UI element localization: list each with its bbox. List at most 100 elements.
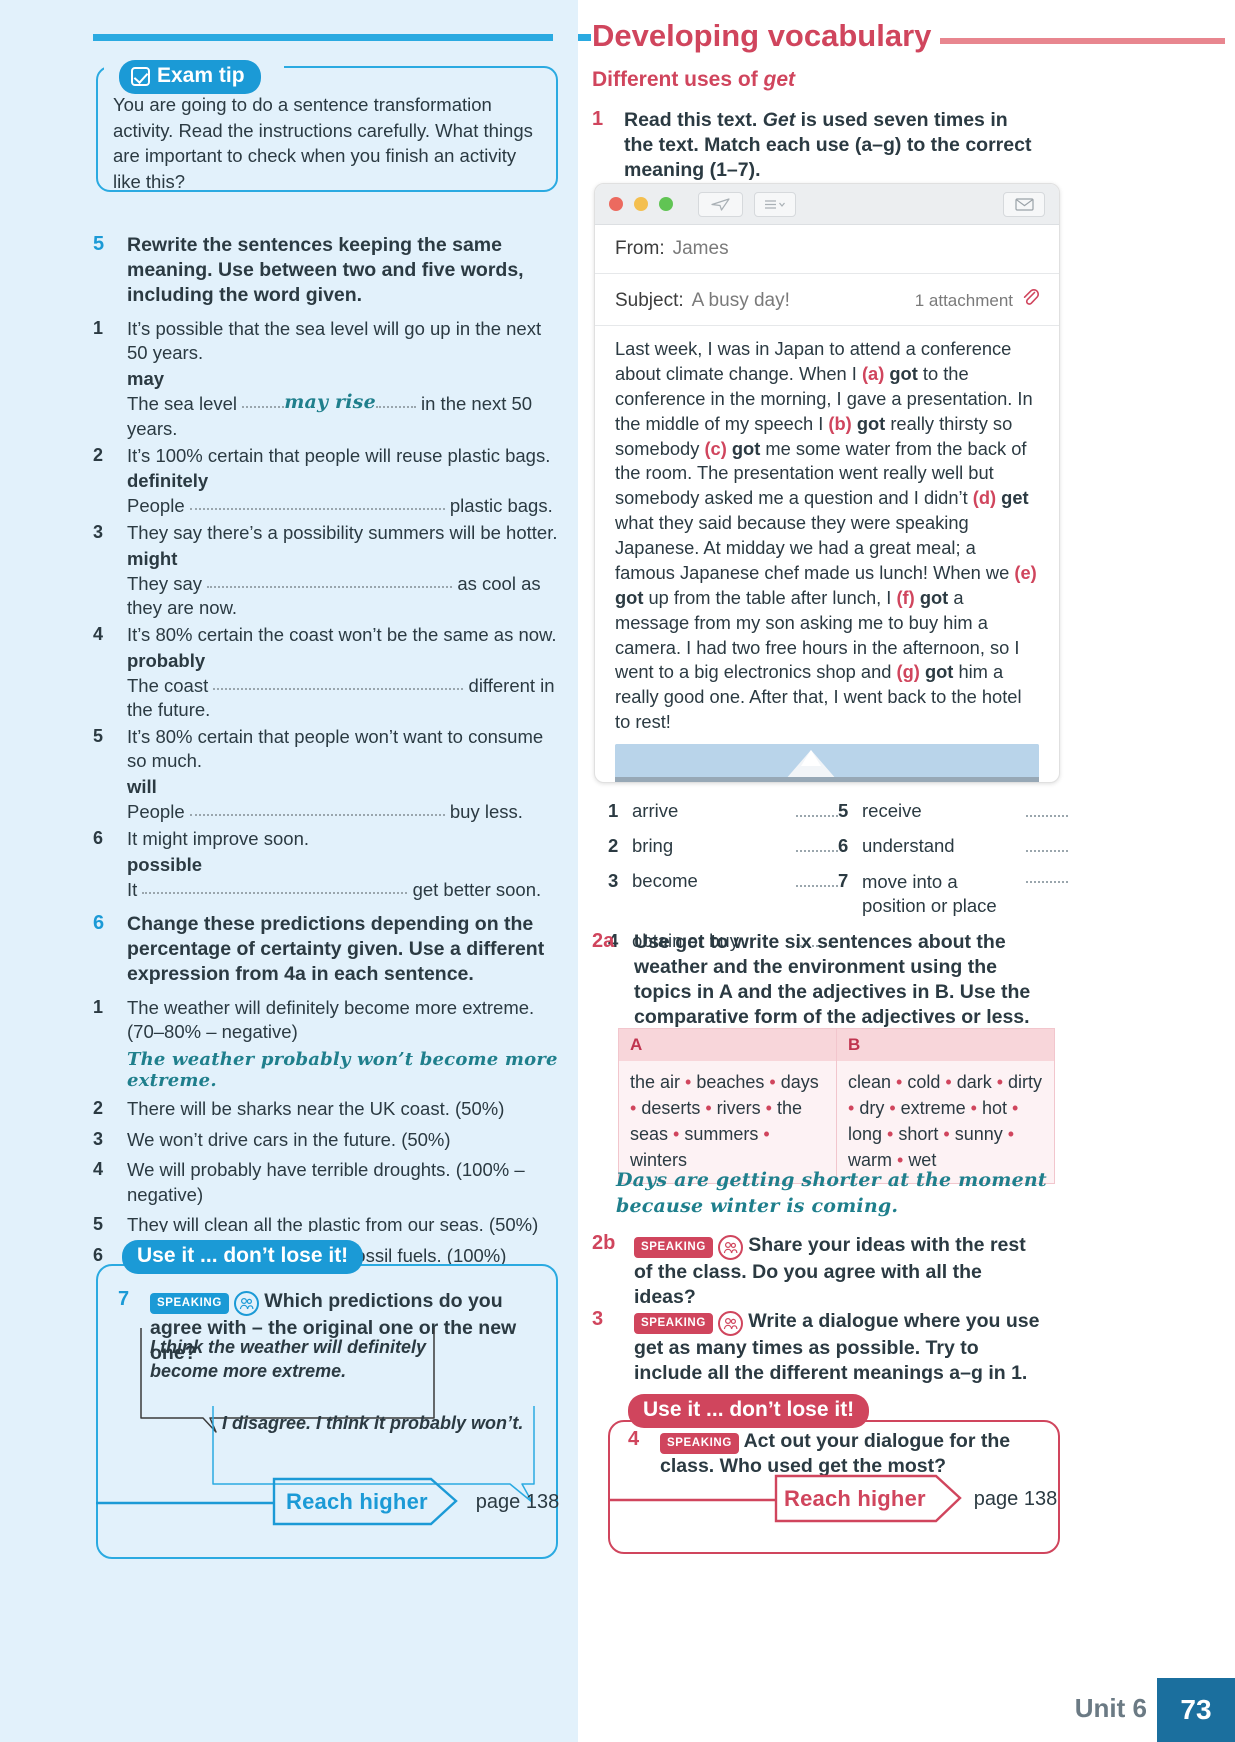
close-dot-icon[interactable] xyxy=(609,197,623,211)
exercise-6-instruction: Change these predictions depending on th… xyxy=(127,913,545,985)
body-text: what they said because they were speakin… xyxy=(615,512,1015,583)
send-icon[interactable] xyxy=(698,191,743,217)
speaking-pill-label: SPEAKING xyxy=(660,1433,739,1454)
answer-blank[interactable] xyxy=(242,394,285,409)
answer-blank[interactable] xyxy=(796,839,838,852)
reach-higher-page: page 138 xyxy=(475,1490,560,1513)
bullet-separator: • xyxy=(848,1098,860,1119)
bullet-separator: • xyxy=(764,1072,781,1092)
subject-value: A busy day! xyxy=(691,290,790,311)
bullet-separator: • xyxy=(884,1098,901,1119)
item-number: 3 xyxy=(93,1128,104,1149)
item-number: 7 xyxy=(838,870,849,891)
exam-tip-text: You are going to do a sentence transform… xyxy=(113,94,533,192)
answer-blank[interactable] xyxy=(213,676,464,690)
reach-higher-right[interactable]: Reach higher page 138 xyxy=(784,1486,1057,1512)
use-marker: (a) xyxy=(861,362,885,384)
list-item: 1 It’s possible that the sea level will … xyxy=(93,317,558,441)
section-subtitle-pre: Different uses of xyxy=(592,68,764,91)
answer-blank[interactable] xyxy=(1026,839,1068,852)
pair-speaking-icon xyxy=(717,1310,743,1336)
reach-higher-left[interactable]: Reach higher page 138 xyxy=(286,1489,559,1515)
bullet-separator: • xyxy=(882,1124,899,1145)
answer-prefix: People xyxy=(127,495,185,517)
word-chip: dirty xyxy=(1008,1072,1043,1092)
answer-line[interactable]: They say as cool as they are now. xyxy=(127,572,558,620)
exercise-1: 1 Read this text. Get is used seven time… xyxy=(592,108,1042,183)
answer-blank[interactable] xyxy=(796,874,838,887)
item-cue-word: probably xyxy=(127,649,206,671)
use-marker: (e) xyxy=(1014,561,1037,583)
list-item: 3 They say there’s a possibility summers… xyxy=(93,521,558,620)
envelope-icon[interactable] xyxy=(1003,191,1045,217)
bullet-separator: • xyxy=(680,1072,697,1092)
item-label: bring xyxy=(632,835,674,856)
column-header-a: A xyxy=(619,1029,837,1061)
word-chip: extreme xyxy=(900,1098,966,1119)
speech-bubble-2-text: I disagree. I think it probably won’t. xyxy=(222,1413,524,1433)
word-chip: cold xyxy=(907,1072,941,1092)
exercise-4-number: 4 xyxy=(628,1428,640,1450)
email-subject-row: Subject: A busy day! 1 attachment xyxy=(595,274,1059,326)
exercise-7-number: 7 xyxy=(118,1288,130,1310)
word-chip: days xyxy=(780,1072,819,1092)
exercise-4: 4 SPEAKING Act out your dialogue for the… xyxy=(628,1428,1038,1479)
meaning-item: 6 understand xyxy=(838,835,1068,857)
answer-blank[interactable] xyxy=(796,804,838,817)
item-number: 5 xyxy=(838,800,849,821)
exercise-2b: 2b SPEAKING Share your ideas with the re… xyxy=(592,1232,1042,1310)
answer-line[interactable]: The sea level may rise in the next 50 ye… xyxy=(127,391,558,441)
word-chip: short xyxy=(898,1124,939,1145)
item-cue-word: might xyxy=(127,548,178,570)
answer-blank[interactable] xyxy=(189,802,445,816)
item-text: We won’t drive cars in the future. (50%) xyxy=(127,1128,451,1150)
answer-blank[interactable] xyxy=(189,496,445,511)
maximise-dot-icon[interactable] xyxy=(659,197,673,211)
pair-speaking-icon xyxy=(717,1234,743,1260)
item-prompt: It might improve soon. xyxy=(127,828,309,850)
word-chip: hot xyxy=(981,1098,1008,1119)
list-item: 2 There will be sharks near the UK coast… xyxy=(93,1097,558,1122)
answer-prefix: People xyxy=(127,800,185,822)
list-menu-icon[interactable] xyxy=(754,191,796,217)
minimise-dot-icon[interactable] xyxy=(634,197,648,211)
bullet-separator: • xyxy=(700,1098,717,1119)
get-word: got xyxy=(919,586,949,608)
item-number: 4 xyxy=(93,624,104,645)
answer-blank[interactable] xyxy=(1026,870,1068,883)
body-text: up from the table after lunch, I xyxy=(643,586,897,608)
item-number: 2 xyxy=(93,1098,104,1119)
reach-higher-label: Reach higher xyxy=(286,1489,428,1514)
answer-line[interactable]: People plastic bags. xyxy=(127,494,558,518)
pair-speaking-icon xyxy=(233,1290,259,1316)
answer-line[interactable]: It get better soon. xyxy=(127,878,558,902)
answer-blank[interactable] xyxy=(375,394,416,409)
answer-prefix: The coast xyxy=(127,674,209,696)
answer-blank[interactable] xyxy=(1026,804,1068,817)
table-body-row: the air • beaches • days • deserts • riv… xyxy=(619,1061,1054,1184)
speaking-pill-label: SPEAKING xyxy=(634,1313,713,1334)
item-cue-word: may xyxy=(127,368,165,390)
answer-line[interactable]: People buy less. xyxy=(127,800,558,824)
item-label: receive xyxy=(862,800,922,821)
handwritten-example-2a: Days are getting shorter at the moment b… xyxy=(616,1169,1047,1217)
exercise-1-number: 1 xyxy=(592,108,604,130)
answer-suffix: plastic bags. xyxy=(449,495,553,517)
bullet-separator: • xyxy=(1007,1098,1019,1119)
column-b-words: clean • cold • dark • dirty • dry • extr… xyxy=(837,1061,1054,1183)
answer-blank[interactable] xyxy=(142,880,408,894)
bullet-separator: • xyxy=(965,1098,982,1119)
page-number: 73 xyxy=(1157,1678,1235,1742)
bullet-separator: • xyxy=(630,1098,642,1119)
answer-prefix: It xyxy=(127,878,138,900)
answer-line[interactable]: The coast different in the future. xyxy=(127,674,558,722)
item-prompt: They say there’s a possibility summers w… xyxy=(127,522,558,544)
paperclip-icon[interactable] xyxy=(1022,287,1040,306)
answer-blank[interactable] xyxy=(207,574,453,589)
speaking-badge: SPEAKING xyxy=(634,1310,743,1336)
unit-label: Unit 6 xyxy=(1074,1693,1147,1723)
list-item: 6 It might improve soon. possible It get… xyxy=(93,827,558,902)
column-a-words: the air • beaches • days • deserts • riv… xyxy=(619,1061,837,1184)
word-chip: beaches xyxy=(696,1072,765,1092)
item-number: 4 xyxy=(93,1159,104,1180)
